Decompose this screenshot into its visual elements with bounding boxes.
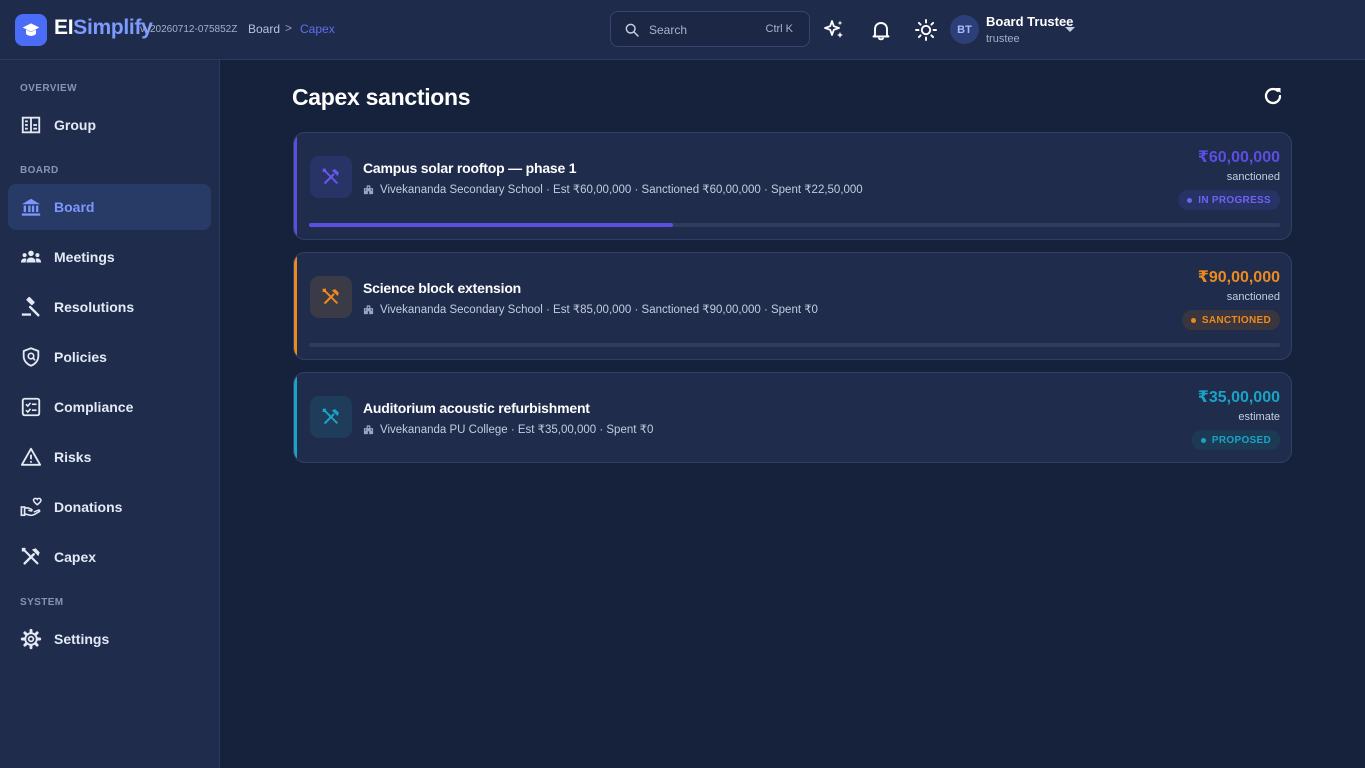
card-title: Science block extension (363, 280, 522, 296)
sidebar-item-policies[interactable]: Policies (8, 334, 211, 380)
ai-sparkle-icon[interactable] (822, 18, 846, 42)
sidebar-item-compliance[interactable]: Compliance (8, 384, 211, 430)
user-name[interactable]: Board Trustee (986, 14, 1073, 29)
user-role: trustee (986, 33, 1020, 45)
progress-fill (309, 223, 674, 227)
search-placeholder: Search (649, 23, 688, 37)
sidebar-item-label: Board (54, 199, 95, 215)
checklist-icon (21, 397, 41, 417)
theme-sun-icon[interactable] (914, 18, 938, 42)
sidebar-item-resolutions[interactable]: Resolutions (8, 284, 211, 330)
school-building-icon (363, 304, 374, 314)
sidebar-item-risks[interactable]: Risks (8, 434, 211, 480)
status-text: IN PROGRESS (1198, 194, 1271, 206)
logo-graduation-cap-icon[interactable] (15, 14, 47, 46)
warning-icon (20, 447, 42, 466)
card-amount-label: sanctioned (1226, 171, 1280, 183)
sidebar-item-label: Risks (54, 449, 92, 465)
chevron-down-icon[interactable] (1064, 26, 1076, 34)
sidebar-item-label: Resolutions (54, 299, 135, 315)
school-building-icon (363, 424, 374, 434)
capex-card[interactable]: Science block extension Vivekananda Seco… (293, 252, 1292, 360)
card-amount: ₹90,00,000 (1197, 269, 1280, 286)
shield-icon (22, 347, 40, 367)
status-text: SANCTIONED (1201, 314, 1271, 326)
tools-icon (322, 408, 339, 424)
refresh-icon[interactable] (1261, 84, 1285, 108)
status-dot (1187, 197, 1193, 203)
top-bar: EISimplify vv20260712-075852Z Board > Ca… (0, 0, 1365, 60)
capex-card[interactable]: Campus solar rooftop — phase 1 Vivekanan… (293, 132, 1292, 240)
brand-name[interactable]: EISimplify (54, 16, 153, 40)
card-icon-box (310, 276, 352, 318)
sidebar-item-settings[interactable]: Settings (8, 616, 211, 662)
capex-card[interactable]: Auditorium acoustic refurbishment Viveka… (293, 372, 1292, 463)
sidebar-item-donations[interactable]: Donations (8, 484, 211, 530)
search-box[interactable]: Search Ctrl K (610, 11, 810, 47)
sidebar-item-label: Settings (54, 631, 110, 647)
gavel-icon (21, 296, 40, 317)
donation-hand-icon (20, 497, 42, 517)
sidebar-item-label: Capex (54, 549, 97, 565)
card-amount: ₹60,00,000 (1197, 149, 1280, 166)
card-amount: ₹35,00,000 (1197, 389, 1280, 406)
card-meta-text: Vivekananda PU College · Est ₹35,00,000 … (380, 424, 654, 436)
search-shortcut: Ctrl K (765, 23, 794, 35)
gear-icon (20, 628, 42, 650)
tools-icon (322, 168, 339, 184)
sidebar-item-capex[interactable]: Capex (8, 534, 211, 580)
card-meta-text: Vivekananda Secondary School · Est ₹60,0… (380, 184, 863, 196)
tools-icon (21, 547, 40, 565)
status-badge: PROPOSED (1191, 430, 1280, 450)
bell-icon[interactable] (869, 18, 893, 42)
card-title: Auditorium acoustic refurbishment (363, 400, 590, 416)
sidebar-item-label: Policies (54, 349, 107, 365)
section-system: SYSTEM (20, 597, 64, 608)
status-badge: SANCTIONED (1181, 310, 1280, 330)
card-accent-bar (294, 253, 297, 359)
avatar[interactable]: BT (950, 15, 979, 44)
card-amount-label: sanctioned (1226, 291, 1280, 303)
tools-icon (322, 288, 339, 304)
sidebar-item-label: Donations (54, 499, 123, 515)
card-icon-box (310, 396, 352, 438)
card-meta: Vivekananda PU College · Est ₹35,00,000 … (363, 422, 653, 436)
card-meta-text: Vivekananda Secondary School · Est ₹85,0… (380, 304, 818, 316)
progress-bar (309, 343, 1280, 347)
card-icon-box (310, 156, 352, 198)
sidebar-item-group[interactable]: Group (8, 102, 211, 148)
sidebar-item-label: Group (54, 117, 96, 133)
sidebar-item-label: Compliance (54, 399, 134, 415)
status-dot (1200, 437, 1206, 443)
breadcrumb-separator: > (285, 21, 293, 35)
page-title: Capex sanctions (292, 84, 471, 110)
sidebar: OVERVIEW Group BOARD Board Meetings Reso… (0, 60, 220, 768)
institution-icon (21, 198, 41, 216)
progress-bar (309, 223, 1280, 227)
status-badge: IN PROGRESS (1178, 190, 1280, 210)
version-label: vv20260712-075852Z (140, 24, 238, 35)
card-meta: Vivekananda Secondary School · Est ₹85,0… (363, 302, 818, 316)
card-accent-bar (294, 373, 297, 462)
school-building-icon (363, 184, 374, 194)
status-text: PROPOSED (1211, 434, 1271, 446)
breadcrumb-board[interactable]: Board (248, 22, 280, 36)
card-amount-label: estimate (1238, 411, 1280, 423)
search-icon (625, 23, 639, 37)
brand-part-1: EI (54, 16, 74, 39)
sidebar-item-label: Meetings (54, 249, 115, 265)
sidebar-item-meetings[interactable]: Meetings (8, 234, 211, 280)
people-group-icon (20, 250, 42, 263)
section-board: BOARD (20, 165, 59, 176)
status-dot (1190, 317, 1196, 323)
card-meta: Vivekananda Secondary School · Est ₹60,0… (363, 182, 863, 196)
breadcrumb-capex: Capex (300, 22, 335, 36)
section-overview: OVERVIEW (20, 83, 77, 94)
card-accent-bar (294, 133, 297, 239)
card-title: Campus solar rooftop — phase 1 (363, 160, 577, 176)
sidebar-item-board[interactable]: Board (8, 184, 211, 230)
building-icon (21, 116, 41, 134)
